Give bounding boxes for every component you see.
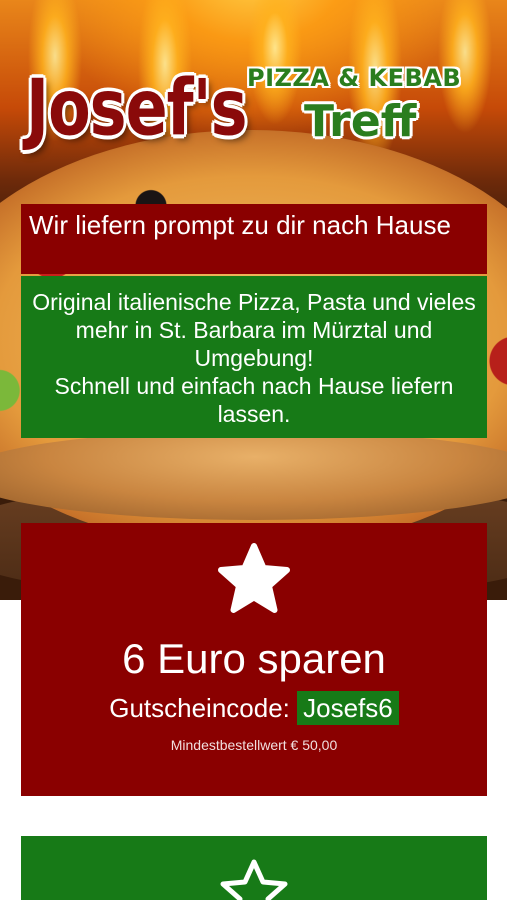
voucher-title: 6 Euro sparen: [122, 635, 386, 682]
site-logo[interactable]: Josef's PIZZA & KEBAB Treff: [26, 62, 496, 177]
pizza-crust: [0, 430, 507, 520]
intro-box: Original italienische Pizza, Pasta und v…: [21, 276, 487, 438]
voucher-code-line: Gutscheincode: Josefs6: [21, 691, 487, 725]
voucher-code-label: Gutscheincode:: [109, 693, 290, 723]
logo-treff: Treff: [304, 96, 417, 147]
voucher-code[interactable]: Josefs6: [297, 691, 399, 725]
intro-text-delivery: Schnell und einfach nach Hause liefern l…: [54, 373, 454, 427]
logo-subtitle: PIZZA & KEBAB: [247, 64, 462, 92]
logo-name: Josef's: [26, 62, 247, 154]
star-icon: [218, 543, 290, 613]
voucher-card[interactable]: 6 Euro sparen Gutscheincode: Josefs6 Min…: [21, 523, 487, 796]
tagline-banner: Wir liefern prompt zu dir nach Hause: [21, 204, 487, 274]
promo-card[interactable]: [21, 836, 487, 900]
star-outline-icon: [220, 859, 288, 900]
minimum-order-note: Mindestbestellwert € 50,00: [170, 737, 338, 753]
intro-text: Original italienische Pizza, Pasta und v…: [32, 289, 476, 371]
